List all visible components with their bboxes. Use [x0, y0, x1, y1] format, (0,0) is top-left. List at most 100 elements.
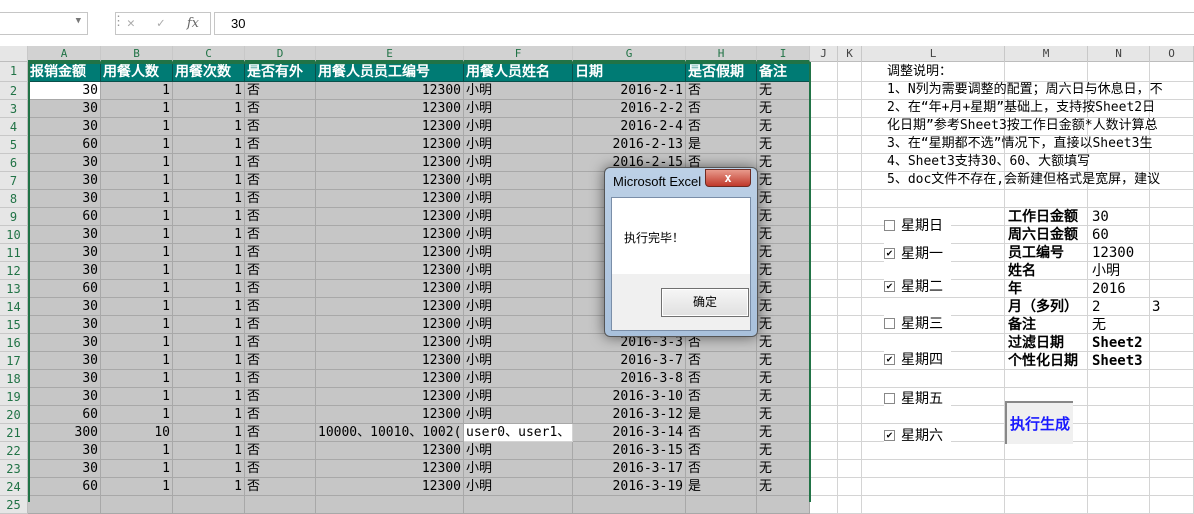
cell[interactable]: 否: [686, 100, 757, 118]
cell[interactable]: 小明: [464, 460, 573, 478]
cell[interactable]: [862, 190, 1005, 208]
cell[interactable]: [810, 172, 838, 190]
cell[interactable]: 否: [245, 100, 316, 118]
cell[interactable]: [1088, 460, 1150, 478]
cell[interactable]: 12300: [316, 100, 464, 118]
cell[interactable]: 小明: [464, 298, 573, 316]
cell[interactable]: [1150, 496, 1194, 514]
cell[interactable]: 2016-2-4: [573, 118, 686, 136]
column-header-M[interactable]: M: [1005, 46, 1088, 62]
cell[interactable]: [810, 334, 838, 352]
cell[interactable]: 是: [686, 406, 757, 424]
column-header-D[interactable]: D: [245, 46, 316, 62]
cell[interactable]: 12300: [316, 388, 464, 406]
cell[interactable]: [810, 478, 838, 496]
row-header-14[interactable]: 14: [0, 298, 28, 316]
cell[interactable]: 1: [173, 334, 245, 352]
cell[interactable]: 12300: [316, 154, 464, 172]
cell[interactable]: 60: [28, 280, 101, 298]
cell[interactable]: 小明: [464, 388, 573, 406]
cell[interactable]: 否: [245, 208, 316, 226]
weekday-checkbox-1[interactable]: ✔ 星期一: [884, 243, 951, 263]
cell[interactable]: [316, 496, 464, 514]
cell[interactable]: [810, 370, 838, 388]
cell[interactable]: 无: [757, 424, 810, 442]
cell[interactable]: [838, 62, 862, 82]
column-header-L[interactable]: L: [862, 46, 1005, 62]
cell[interactable]: [838, 388, 862, 406]
cell[interactable]: [838, 370, 862, 388]
checkbox-icon[interactable]: [884, 317, 895, 329]
config-value[interactable]: 2016: [1092, 280, 1126, 298]
cell[interactable]: 是: [686, 136, 757, 154]
insert-function-icon[interactable]: fx: [187, 16, 199, 31]
cell[interactable]: 无: [757, 370, 810, 388]
config-value[interactable]: 小明: [1092, 262, 1120, 280]
cell[interactable]: [862, 406, 1005, 424]
cell[interactable]: [1088, 424, 1150, 442]
cell[interactable]: 1: [173, 262, 245, 280]
cell[interactable]: 12300: [316, 280, 464, 298]
cell[interactable]: 30: [28, 370, 101, 388]
config-value[interactable]: 无: [1092, 316, 1106, 334]
cell[interactable]: 小明: [464, 208, 573, 226]
cell[interactable]: [810, 406, 838, 424]
cell[interactable]: 否: [245, 118, 316, 136]
cell[interactable]: 1: [173, 244, 245, 262]
cell[interactable]: 30: [28, 190, 101, 208]
cell[interactable]: 无: [757, 172, 810, 190]
cell[interactable]: 1: [173, 370, 245, 388]
cell[interactable]: 2016-2-1: [573, 82, 686, 100]
row-header-23[interactable]: 23: [0, 460, 28, 478]
cell[interactable]: 1: [101, 298, 173, 316]
cell[interactable]: [1005, 496, 1088, 514]
cell[interactable]: 否: [686, 460, 757, 478]
cell[interactable]: 否: [686, 82, 757, 100]
cell[interactable]: 1: [101, 478, 173, 496]
cell[interactable]: 否: [245, 262, 316, 280]
cell[interactable]: [838, 478, 862, 496]
cell[interactable]: 1: [101, 118, 173, 136]
cell[interactable]: 否: [686, 388, 757, 406]
cell[interactable]: 1: [173, 460, 245, 478]
row-header-24[interactable]: 24: [0, 478, 28, 496]
cell[interactable]: 小明: [464, 334, 573, 352]
cell[interactable]: [810, 262, 838, 280]
cell[interactable]: 1: [101, 226, 173, 244]
cell[interactable]: [1088, 442, 1150, 460]
row-header-7[interactable]: 7: [0, 172, 28, 190]
cell[interactable]: 30: [28, 334, 101, 352]
cell[interactable]: [810, 460, 838, 478]
cell[interactable]: [1150, 190, 1194, 208]
config-value[interactable]: 12300: [1092, 244, 1134, 262]
cell[interactable]: 1: [101, 388, 173, 406]
cell[interactable]: 否: [245, 172, 316, 190]
cell[interactable]: [810, 226, 838, 244]
cell[interactable]: 12300: [316, 298, 464, 316]
cell[interactable]: 1: [101, 406, 173, 424]
cell[interactable]: [838, 442, 862, 460]
column-header-J[interactable]: J: [810, 46, 838, 62]
cell[interactable]: 无: [757, 388, 810, 406]
cell[interactable]: [862, 496, 1005, 514]
cell[interactable]: 2016-2-2: [573, 100, 686, 118]
cell[interactable]: 无: [757, 136, 810, 154]
weekday-checkbox-0[interactable]: 星期日: [884, 215, 951, 235]
cell[interactable]: [1150, 100, 1194, 118]
cell[interactable]: 12300: [316, 172, 464, 190]
cell[interactable]: 1: [173, 298, 245, 316]
cell[interactable]: 否: [245, 190, 316, 208]
cell[interactable]: 无: [757, 154, 810, 172]
formula-input[interactable]: 30: [214, 12, 1194, 35]
cell[interactable]: [838, 298, 862, 316]
weekday-checkbox-3[interactable]: 星期三: [884, 313, 951, 333]
cell[interactable]: 1: [101, 190, 173, 208]
cell[interactable]: 小明: [464, 244, 573, 262]
cell[interactable]: 否: [245, 388, 316, 406]
cell[interactable]: [838, 136, 862, 154]
cell[interactable]: 小明: [464, 136, 573, 154]
cell[interactable]: 1: [101, 442, 173, 460]
cell[interactable]: 1: [101, 370, 173, 388]
cell[interactable]: [862, 478, 1005, 496]
cell[interactable]: 无: [757, 244, 810, 262]
